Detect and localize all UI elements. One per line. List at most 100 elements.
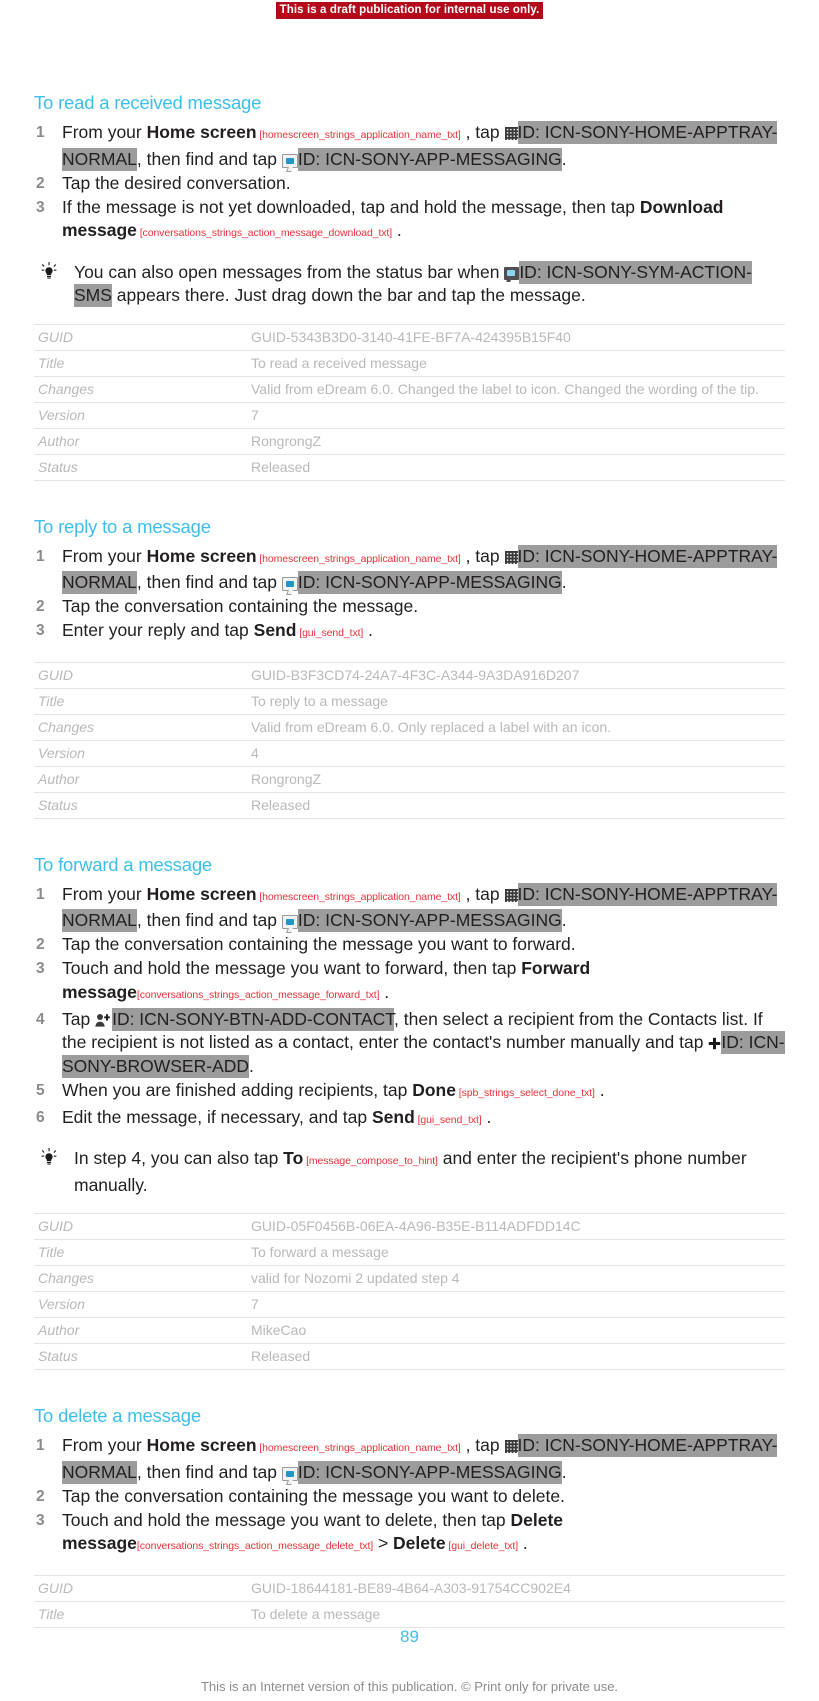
body-text: Tap the conversation containing the mess… [62,1485,565,1506]
procedure-section: To delete a message 1 From your Home scree… [34,1405,785,1628]
ui-label: Home screen [146,1435,257,1455]
body-text: , tap [465,545,505,566]
metadata-value: GUID-5343B3D0-3140-41FE-BF7A-424395B15F4… [251,328,571,345]
metadata-table: GUID GUID-05F0456B-06EA-4A96-B35E-B114ADF… [34,1213,785,1370]
table-row: Status Released [34,1344,785,1370]
body-text: , tap [465,122,505,142]
metadata-key: Changes [38,718,95,735]
tip-text: You can also open messages from the stat… [74,260,753,307]
step-list: 1 From your Home screen [homescreen_strin… [34,1434,785,1559]
string-id-annotation: [conversations_strings_action_message_do… [136,227,393,239]
string-id-annotation: [gui_send_txt] [414,1113,482,1126]
ui-label: Home screen [146,545,257,566]
metadata-value: Released [251,796,311,813]
step-text: Edit the message, if necessary, and tap … [62,1107,491,1127]
metadata-key: GUID [38,1218,73,1234]
metadata-key: Title [38,1244,65,1260]
body-text: , tap [465,1435,505,1455]
step-list: 1 From your Home screen [homescreen_strin… [34,882,785,1133]
step-item: 1 From your Home screen [homescreen_strin… [34,121,785,171]
body-text: > [373,1533,394,1553]
table-row: Status Released [34,454,785,480]
body-text: Tap [62,1008,96,1029]
string-id-annotation: [homescreen_strings_application_name_txt… [256,129,461,141]
step-number: 3 [36,198,45,216]
step-number: 4 [36,1010,45,1028]
messaging-app-icon [281,577,298,591]
string-id-annotation: [homescreen_strings_application_name_txt… [256,890,461,903]
body-text: . [249,1055,254,1076]
body-text: , tap [465,883,505,904]
metadata-key: Author [38,1322,80,1338]
apptray-icon [504,888,518,902]
metadata-value: 4 [251,744,259,761]
table-row: GUID GUID-5343B3D0-3140-41FE-BF7A-424395B… [34,324,785,350]
metadata-value: GUID-05F0456B-06EA-4A96-B35E-B114ADFDD14… [251,1218,581,1234]
icon-id-token: ID: ICN-SONY-APP-MESSAGING [297,1460,562,1484]
body-text: . [561,1461,567,1482]
tip-block: In step 4, you can also tap To [message_… [34,1147,785,1197]
table-row: Version 4 [34,740,785,766]
body-text: . [368,620,373,640]
table-row: Changes Valid from eDream 6.0. Changed th… [34,376,785,402]
section-title: To delete a message [34,1405,201,1426]
procedure-section: To reply to a message 1 From your Home scr… [34,516,785,819]
step-item: 3 If the message is not yet downloaded, t… [34,196,785,246]
metadata-key: Version [38,406,85,423]
body-text: , then find and tap [136,1461,282,1482]
ui-label: Home screen [146,122,257,142]
metadata-table: GUID GUID-18644181-BE89-4B64-A303-91754CC… [34,1575,785,1628]
step-item: 4 Tap ID: ICN-SONY-BTN-ADD-CONTACT, then … [34,1007,785,1079]
body-text: Enter your reply and tap [62,620,254,640]
messaging-app-icon [281,915,298,929]
procedure-section: To forward a message 1 From your Home scre… [34,854,785,1371]
step-text: When you are finished adding recipients,… [62,1080,605,1100]
step-number: 3 [36,622,45,639]
table-row: Author RongrongZ [34,428,785,454]
metadata-value: 7 [251,406,259,423]
step-text: Touch and hold the message you want to d… [62,1510,563,1554]
ui-label: Send [371,1106,415,1127]
body-text: . [561,572,567,592]
metadata-value: Valid from eDream 6.0. Changed the label… [251,380,759,397]
step-text: If the message is not yet downloaded, ta… [62,197,724,241]
table-row: Author MikeCao [34,1318,785,1344]
step-text: Tap the desired conversation. [62,173,291,193]
section-title: To forward a message [34,853,213,875]
step-number: 2 [36,598,45,615]
metadata-value: To reply to a message [251,692,388,709]
table-row: GUID GUID-05F0456B-06EA-4A96-B35E-B114ADF… [34,1213,785,1240]
step-number: 3 [36,1511,45,1529]
string-id-annotation: [homescreen_strings_application_name_txt… [256,552,461,565]
footer-note: This is an Internet version of this publ… [200,1679,619,1694]
step-number: 6 [36,1108,45,1126]
body-text: . [522,1533,528,1553]
step-text: Tap the conversation containing the mess… [62,1486,565,1506]
document-page: This is a draft publication for internal… [0,0,819,1701]
string-id-annotation: [spb_strings_select_done_txt] [455,1086,595,1099]
step-text: From your Home screen [homescreen_string… [62,121,778,171]
step-item: 3 Touch and hold the message you want to … [34,957,785,1007]
metadata-value: GUID-B3F3CD74-24A7-4F3C-A344-9A3DA916D20… [251,666,580,683]
step-item: 5 When you are finished adding recipients… [34,1079,785,1106]
draft-notice: This is a draft publication for internal… [0,0,819,19]
apptray-icon [504,1440,518,1453]
table-row: Title To delete a message [34,1601,785,1627]
body-text: Touch and hold the message you want to f… [62,958,522,978]
body-text: Edit the message, if necessary, and tap [62,1106,372,1127]
string-id-annotation: [conversations_strings_action_message_de… [136,1540,374,1552]
body-text: From your [62,545,147,566]
table-row: Author RongrongZ [34,766,785,792]
ui-label: Home screen [146,883,257,904]
body-text: When you are finished adding recipients,… [62,1079,413,1100]
apptray-icon [504,127,518,140]
step-text: From your Home screen [homescreen_string… [62,1434,778,1484]
table-row: Title To reply to a message [34,688,785,714]
step-number: 2 [36,1487,45,1505]
metadata-table: GUID GUID-B3F3CD74-24A7-4F3C-A344-9A3DA91… [34,662,785,819]
step-text: Touch and hold the message you want to f… [62,958,590,1002]
metadata-value: MikeCao [251,1322,307,1338]
metadata-value: RongrongZ [251,770,322,787]
step-text: Enter your reply and tap Send [gui_send_… [62,620,373,640]
